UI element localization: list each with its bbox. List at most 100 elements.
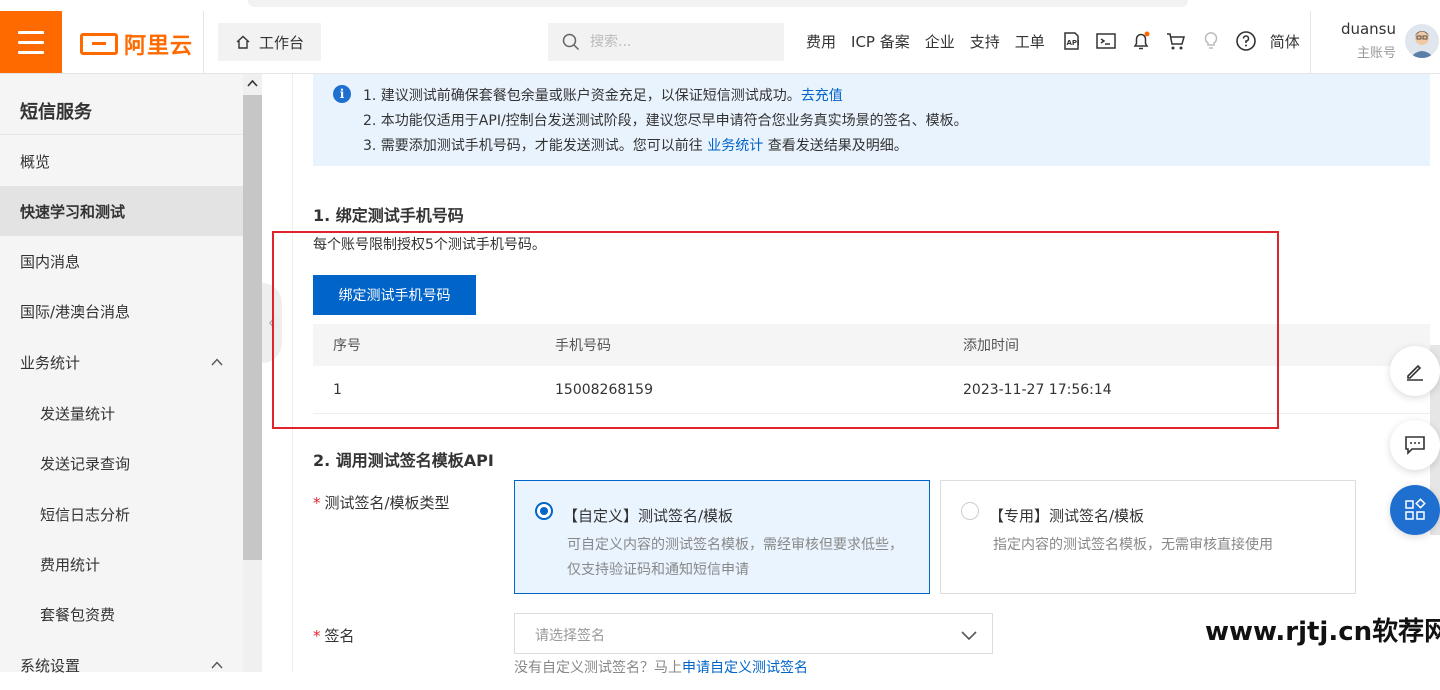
menu-bar-icon — [18, 30, 44, 34]
top-navbar: 阿里云 工作台 费用 ICP 备案 企业 支持 工单 API 简体 — [0, 0, 1440, 74]
option-dedicated-title: 【专用】测试签名/模板 — [989, 507, 1145, 525]
menu-bar-icon — [18, 50, 44, 54]
menu-bar-icon — [18, 40, 44, 44]
search-icon — [562, 33, 580, 51]
radio-custom[interactable] — [535, 502, 553, 520]
cart-icon[interactable] — [1165, 30, 1187, 52]
section-title-call-api: 2. 调用测试签名模板API — [313, 451, 494, 470]
sidebar-item-international[interactable]: 国际/港澳台消息 — [0, 286, 243, 336]
sign-select[interactable]: 请选择签名 — [514, 613, 993, 654]
sidebar-item-package-fees[interactable]: 套餐包资费 — [0, 589, 243, 639]
sidebar: 短信服务 概览 快速学习和测试 国内消息 国际/港澳台消息 业务统计 发送量统计… — [0, 74, 243, 675]
search-box[interactable] — [548, 23, 784, 61]
language-switch[interactable]: 简体 — [1270, 31, 1300, 52]
sign-label-text: 签名 — [324, 627, 355, 645]
aliyun-logo[interactable]: 阿里云 — [80, 28, 193, 60]
link-ticket[interactable]: 工单 — [1015, 31, 1045, 52]
option-custom-title: 【自定义】测试签名/模板 — [563, 507, 734, 525]
sidebar-item-overview[interactable]: 概览 — [0, 136, 243, 186]
section-title-bind-phone: 1. 绑定测试手机号码 — [313, 206, 464, 225]
highlight-box — [272, 231, 1279, 429]
hamburger-menu-button[interactable] — [0, 11, 62, 73]
link-billing[interactable]: 费用 — [806, 31, 836, 52]
api-icon[interactable]: API — [1060, 30, 1082, 52]
lightbulb-icon[interactable] — [1200, 30, 1222, 52]
help-icon[interactable] — [1235, 30, 1257, 52]
link-icp[interactable]: ICP 备案 — [851, 31, 910, 52]
option-dedicated-desc: 指定内容的测试签名模板，无需审核直接使用 — [993, 537, 1273, 553]
sidebar-item-settings[interactable]: 系统设置 — [0, 640, 243, 690]
apply-sign-link[interactable]: 申请自定义测试签名 — [682, 660, 808, 676]
link-support[interactable]: 支持 — [970, 31, 1000, 52]
sidebar-item-label: 短信日志分析 — [40, 505, 131, 524]
chat-float-button[interactable] — [1390, 420, 1440, 470]
apps-float-button[interactable] — [1390, 485, 1440, 535]
user-role: 主账号 — [1356, 46, 1396, 61]
scroll-up-arrow-icon[interactable] — [246, 77, 259, 90]
sidebar-item-cost-stats[interactable]: 费用统计 — [0, 539, 243, 589]
sidebar-item-label: 发送量统计 — [40, 404, 116, 423]
aliyun-logo-icon — [80, 33, 118, 55]
sidebar-scrollbar-thumb[interactable] — [243, 95, 262, 560]
workbench-button[interactable]: 工作台 — [218, 23, 321, 61]
edit-icon — [1407, 364, 1423, 381]
chevron-up-icon — [211, 358, 223, 366]
option-custom-desc: 可自定义内容的测试签名模板，需经审核但要求低些，仅支持验证码和通知短信申请 — [567, 537, 903, 578]
avatar[interactable] — [1405, 24, 1439, 58]
sidebar-item-label: 系统设置 — [20, 656, 81, 675]
type-label-text: 测试签名/模板类型 — [324, 494, 450, 512]
required-mark: * — [313, 494, 321, 512]
notice-text: 3. 需要添加测试手机号码，才能发送测试。您可以前往 — [363, 138, 708, 154]
sidebar-item-label: 业务统计 — [20, 353, 81, 372]
notice-text: 查看发送结果及明细。 — [763, 138, 908, 154]
top-links: 费用 ICP 备案 企业 支持 工单 API 简体 — [806, 30, 1315, 52]
search-input[interactable] — [590, 34, 760, 50]
sidebar-item-statistics[interactable]: 业务统计 — [0, 337, 243, 387]
sidebar-item-label: 发送记录查询 — [40, 454, 131, 473]
top-strip — [248, 0, 1188, 7]
divider — [0, 134, 243, 135]
sidebar-item-label: 国际/港澳台消息 — [20, 302, 131, 321]
edit-float-button[interactable] — [1390, 346, 1440, 396]
user-name: duansu — [1340, 20, 1396, 38]
hint-text: 没有自定义测试签名？马上 — [514, 660, 682, 676]
terminal-icon[interactable] — [1095, 30, 1117, 52]
recharge-link[interactable]: 去充值 — [801, 88, 843, 104]
radio-dedicated[interactable] — [961, 502, 979, 520]
notification-bell-icon[interactable] — [1130, 30, 1152, 52]
sign-label: * 签名 — [313, 625, 355, 646]
sidebar-item-quick-learn[interactable]: 快速学习和测试 — [0, 186, 243, 236]
sidebar-item-send-records[interactable]: 发送记录查询 — [0, 438, 243, 488]
workbench-label: 工作台 — [258, 33, 304, 52]
home-icon — [236, 35, 250, 49]
sidebar-item-label: 套餐包资费 — [40, 605, 116, 624]
option-dedicated-card[interactable]: 【专用】测试签名/模板 指定内容的测试签名模板，无需审核直接使用 — [940, 480, 1356, 594]
apps-grid-icon — [1405, 498, 1426, 520]
divider — [1310, 11, 1311, 73]
info-icon: i — [333, 85, 351, 103]
business-stats-link[interactable]: 业务统计 — [707, 138, 763, 154]
sidebar-item-label: 概览 — [20, 152, 51, 171]
notice-line-2: 2. 本功能仅适用于API/控制台发送测试阶段，建议您尽早申请符合您业务真实场景… — [363, 113, 968, 129]
sign-select-placeholder: 请选择签名 — [535, 628, 605, 644]
sidebar-item-domestic[interactable]: 国内消息 — [0, 236, 243, 286]
divider — [203, 11, 204, 73]
chevron-down-icon — [961, 631, 977, 641]
required-mark: * — [313, 627, 321, 645]
link-enterprise[interactable]: 企业 — [925, 31, 955, 52]
logo-text: 阿里云 — [124, 34, 194, 59]
option-custom-card[interactable]: 【自定义】测试签名/模板 可自定义内容的测试签名模板，需经审核但要求低些，仅支持… — [514, 480, 930, 594]
sidebar-item-log-analysis[interactable]: 短信日志分析 — [0, 489, 243, 539]
notice-line-3: 3. 需要添加测试手机号码，才能发送测试。您可以前往 业务统计 查看发送结果及明… — [363, 135, 908, 155]
sign-hint: 没有自定义测试签名？马上申请自定义测试签名 — [514, 657, 808, 677]
notice-banner: i 1. 建议测试前确保套餐包余量或账户资金充足，以保证短信测试成功。去充值 2… — [313, 74, 1430, 166]
sidebar-item-label: 国内消息 — [20, 252, 81, 271]
sidebar-title: 短信服务 — [20, 102, 92, 123]
user-info[interactable]: duansu 主账号 — [1318, 20, 1396, 61]
chat-icon — [1405, 436, 1425, 455]
notice-text: 1. 建议测试前确保套餐包余量或账户资金充足，以保证短信测试成功。 — [363, 88, 801, 104]
type-label: * 测试签名/模板类型 — [313, 492, 450, 513]
svg-text:API: API — [1066, 39, 1079, 47]
chevron-up-icon — [211, 661, 223, 669]
sidebar-item-send-volume[interactable]: 发送量统计 — [0, 388, 243, 438]
